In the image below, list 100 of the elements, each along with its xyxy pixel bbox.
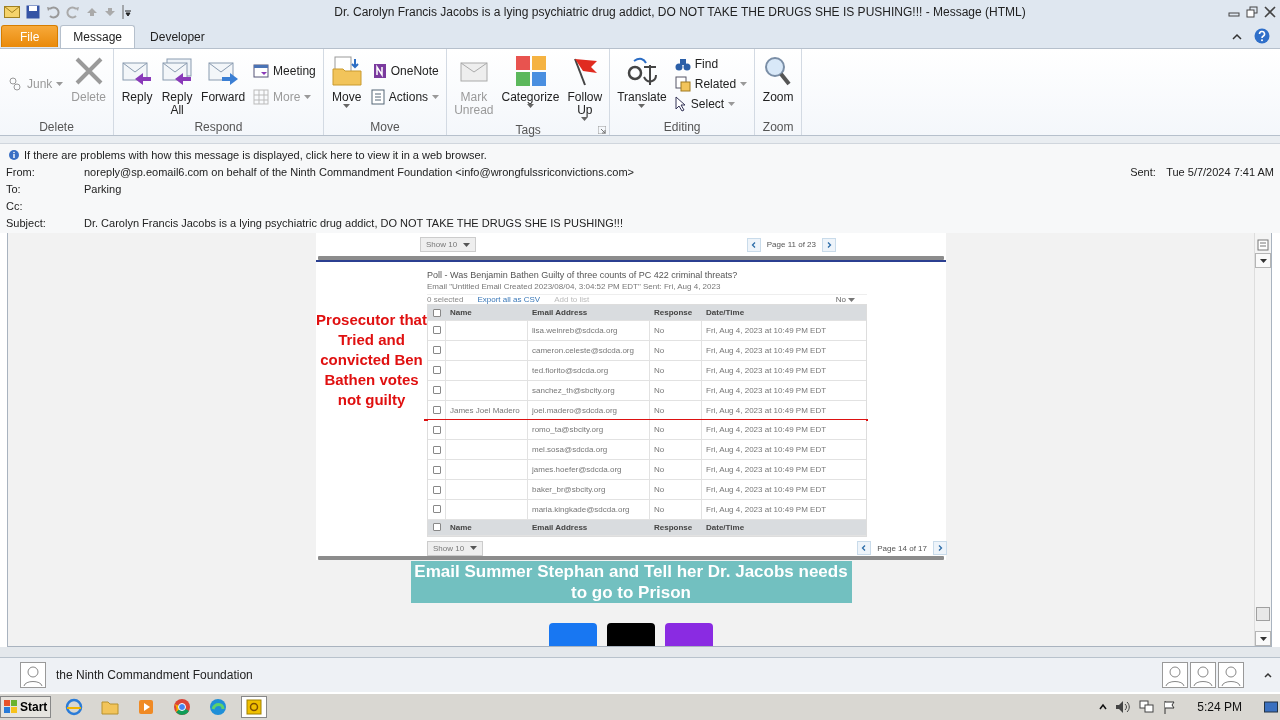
checkbox[interactable] bbox=[432, 366, 441, 375]
chevron-right-icon bbox=[826, 241, 832, 248]
documents-icon bbox=[674, 76, 691, 92]
export-link[interactable]: Export all as CSV bbox=[477, 295, 541, 304]
previous-page-button[interactable] bbox=[746, 237, 761, 252]
network-icon[interactable] bbox=[1139, 700, 1156, 714]
table-cell: No bbox=[649, 360, 701, 380]
ribbon-button[interactable]: Meeting bbox=[250, 61, 319, 80]
scrollbar-thumb[interactable] bbox=[1256, 607, 1270, 621]
table-cell: Fri, Aug 4, 2023 at 10:49 PM EDT bbox=[701, 440, 866, 460]
up-arrow-icon[interactable] bbox=[86, 7, 98, 17]
column-header: Name bbox=[449, 307, 473, 319]
checkbox[interactable] bbox=[432, 326, 441, 335]
redo-icon[interactable] bbox=[66, 5, 80, 19]
chevron-left-icon bbox=[750, 241, 757, 248]
table-cell: Fri, Aug 4, 2023 at 10:49 PM EDT bbox=[701, 500, 866, 519]
checkbox[interactable] bbox=[432, 425, 441, 434]
previous-page-button[interactable] bbox=[857, 541, 872, 556]
avatar-icon bbox=[1218, 662, 1244, 688]
table-cell: sanchez_th@sbcity.org bbox=[527, 380, 649, 400]
collapse-ribbon-icon[interactable] bbox=[1232, 32, 1242, 40]
table-cell: Fri, Aug 4, 2023 at 10:49 PM EDT bbox=[701, 380, 866, 400]
table-cell: No bbox=[649, 460, 701, 480]
caret-icon bbox=[463, 242, 471, 247]
ribbon-button[interactable]: Reply bbox=[118, 53, 157, 106]
field-value: noreply@sp.eomail6.com on behalf of the Ninth Commandment Foundation <info@wrongfulssriconvictions.com> bbox=[84, 165, 635, 178]
speaker-icon[interactable] bbox=[1115, 700, 1132, 714]
info-bar-link[interactable]: If there are problems with how this message is displayed, click here to view it in a web browser. bbox=[6, 146, 1274, 163]
page-size-select[interactable]: Show 10 bbox=[420, 237, 477, 252]
ribbon-button[interactable]: Forward bbox=[198, 53, 249, 106]
checkbox[interactable] bbox=[432, 445, 441, 454]
envelopes-arrow-icon bbox=[161, 55, 194, 87]
ribbon-tab[interactable]: Developer bbox=[137, 25, 218, 48]
table-cell: maria.kingkade@sdcda.org bbox=[527, 500, 649, 519]
checkbox[interactable] bbox=[432, 346, 441, 355]
ribbon-button[interactable]: Translate bbox=[614, 53, 670, 110]
checkbox[interactable] bbox=[432, 505, 441, 514]
checkbox[interactable] bbox=[432, 523, 441, 532]
avatar-icon bbox=[1162, 662, 1188, 688]
scroll-down-button[interactable] bbox=[1255, 631, 1271, 646]
restore-icon[interactable] bbox=[1246, 6, 1258, 18]
caret-icon bbox=[470, 546, 478, 551]
table-cell: romo_ta@sbcity.org bbox=[527, 420, 649, 440]
customize-menu-icon[interactable] bbox=[122, 5, 132, 19]
table-cell: Fri, Aug 4, 2023 at 10:49 PM EDT bbox=[701, 360, 866, 380]
group-label: Tags bbox=[515, 123, 541, 137]
launcher-icon[interactable] bbox=[598, 126, 607, 134]
window-title: Dr. Carolyn Francis Jacobs is a lying psychiatric drug addict, DO NOT TAKE THE DRUGS SHE IS PUSHING!!! - Message (HTML) bbox=[333, 5, 1027, 19]
help-icon[interactable] bbox=[1254, 28, 1270, 44]
ribbon-button[interactable]: Categorize bbox=[498, 53, 563, 110]
ribbon-tab[interactable]: Message bbox=[60, 25, 136, 48]
table-cell: No bbox=[649, 500, 701, 519]
chevron-up-icon[interactable] bbox=[1099, 703, 1108, 711]
binoculars-icon bbox=[674, 56, 691, 72]
filter-dropdown[interactable]: No bbox=[835, 295, 867, 304]
ribbon-button[interactable]: Zoom bbox=[759, 53, 798, 106]
table-cell: No bbox=[649, 440, 701, 460]
show-desktop-icon[interactable] bbox=[1264, 700, 1278, 714]
page-size-select[interactable]: Show 10 bbox=[427, 540, 484, 556]
save-icon[interactable] bbox=[26, 5, 40, 19]
ribbon-button[interactable]: OneNote bbox=[367, 61, 443, 80]
chevron-left-icon bbox=[861, 545, 868, 552]
next-page-button[interactable] bbox=[822, 237, 836, 252]
ribbon-button[interactable]: Move bbox=[327, 53, 366, 110]
table-cell: No bbox=[649, 480, 701, 499]
ribbon-button[interactable]: Select bbox=[671, 95, 751, 113]
column-header: Email Address bbox=[531, 521, 589, 534]
checkbox[interactable] bbox=[432, 465, 441, 474]
checkbox[interactable] bbox=[432, 406, 441, 414]
expand-icon[interactable] bbox=[1264, 672, 1272, 678]
ribbon-button[interactable]: Follow Up bbox=[564, 53, 606, 123]
table-cell: Fri, Aug 4, 2023 at 10:49 PM EDT bbox=[701, 480, 866, 499]
start-button[interactable]: Start bbox=[0, 696, 52, 718]
taskbar-button[interactable] bbox=[241, 696, 268, 718]
poll-subtitle: Email "Untitled Email Created 2023/08/04, 3:04:52 PM EDT" Sent: Fri, Aug 4, 2023 bbox=[427, 282, 867, 295]
selection-count: 0 selected bbox=[427, 295, 464, 304]
circle-logo-icon bbox=[173, 698, 192, 716]
ribbon-button[interactable]: Reply All bbox=[158, 53, 197, 119]
cursor-icon bbox=[674, 96, 687, 112]
table-cell: Fri, Aug 4, 2023 at 10:49 PM EDT bbox=[701, 420, 866, 440]
page-indicator: Page 11 of 23 bbox=[766, 240, 816, 249]
ribbon-button[interactable]: Actions bbox=[367, 88, 443, 107]
checkbox[interactable] bbox=[432, 308, 441, 317]
envelope-icon[interactable] bbox=[4, 6, 20, 18]
table-cell: Fri, Aug 4, 2023 at 10:49 PM EDT bbox=[701, 340, 866, 360]
checkbox[interactable] bbox=[432, 485, 441, 494]
avatar-icon bbox=[20, 662, 46, 688]
field-label: Sent: bbox=[1130, 165, 1157, 178]
undo-icon[interactable] bbox=[46, 5, 60, 19]
column-header: Date/Time bbox=[705, 307, 746, 319]
close-icon[interactable] bbox=[1264, 6, 1276, 18]
ribbon-button[interactable]: Find bbox=[671, 55, 751, 73]
ribbon-button[interactable]: Related bbox=[671, 75, 751, 93]
globe-icon bbox=[65, 698, 84, 716]
down-arrow-icon[interactable] bbox=[104, 7, 116, 17]
checkbox[interactable] bbox=[432, 386, 441, 395]
column-header: Response bbox=[653, 307, 694, 319]
next-page-button[interactable] bbox=[933, 541, 947, 556]
scroll-up-button[interactable] bbox=[1255, 253, 1271, 268]
flag-icon[interactable] bbox=[1163, 700, 1178, 714]
